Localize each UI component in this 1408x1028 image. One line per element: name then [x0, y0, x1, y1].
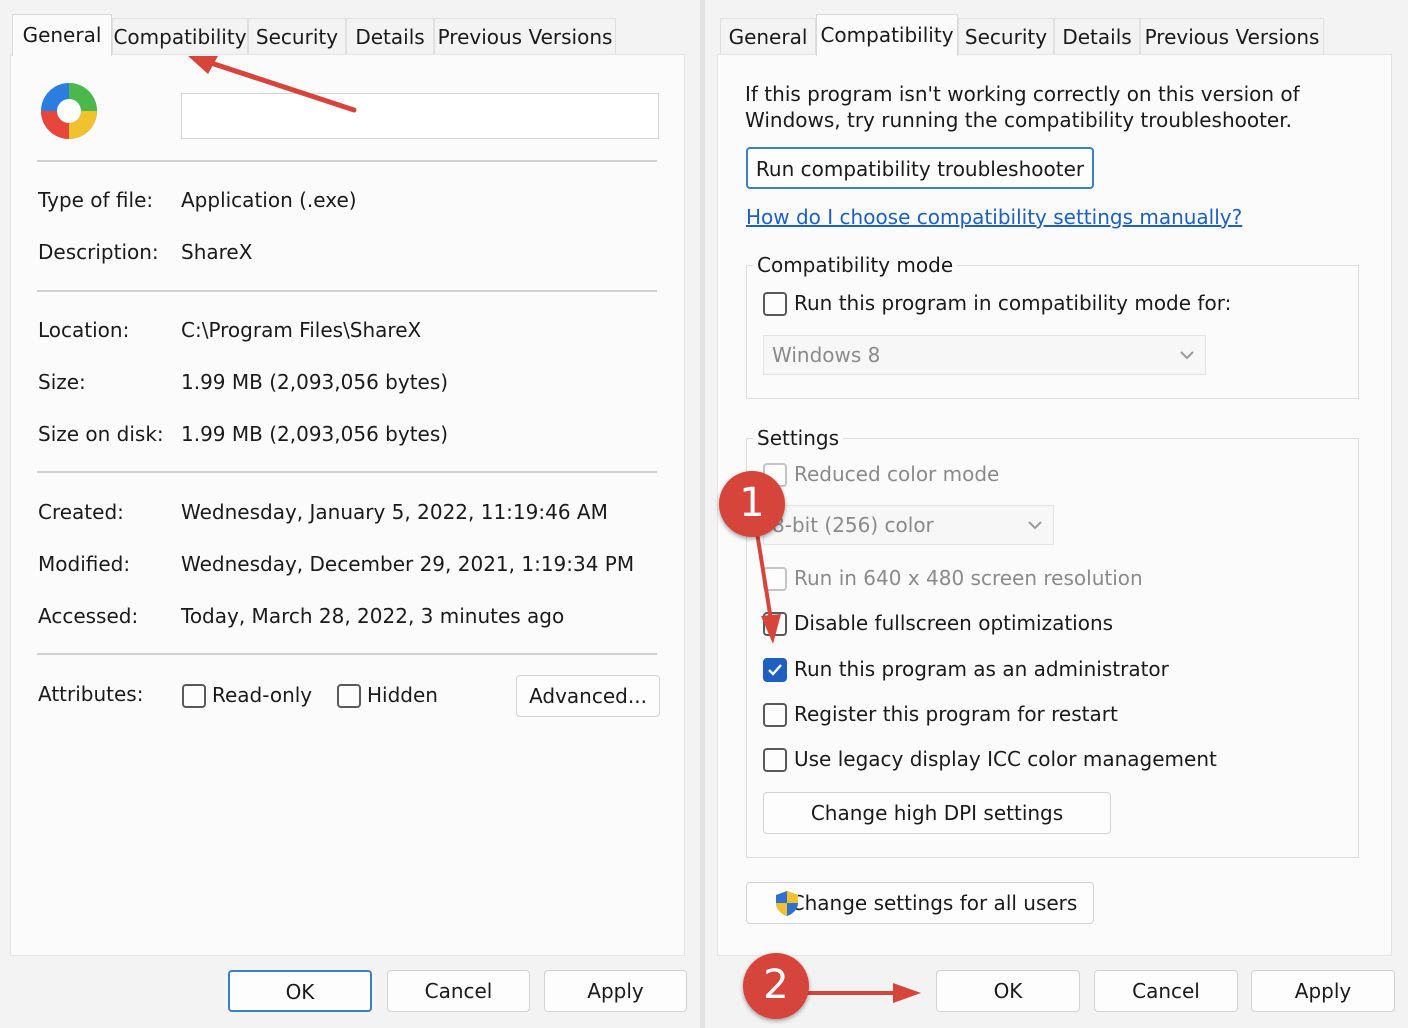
modified-value: Wednesday, December 29, 2021, 1:19:34 PM [181, 552, 635, 576]
change-all-users-label: Change settings for all users [790, 891, 1078, 915]
sharex-logo-icon [39, 81, 99, 141]
tab-security[interactable]: Security [248, 18, 346, 54]
divider [37, 160, 657, 162]
tab-compatibility[interactable]: Compatibility [112, 18, 248, 54]
properties-dialog-compatibility: General Compatibility Security Details P… [705, 0, 1408, 1028]
step-badge-2: 2 [743, 953, 809, 1019]
ok-button[interactable]: OK [936, 970, 1080, 1012]
annotation-arrow [805, 983, 921, 1003]
ok-button[interactable]: OK [228, 970, 372, 1012]
type-value: Application (.exe) [181, 188, 357, 212]
general-panel: Type of file: Application (.exe) Descrip… [10, 54, 685, 956]
created-label: Created: [38, 500, 124, 524]
checkmark-icon [768, 664, 782, 676]
compatibility-mode-title: Compatibility mode [753, 253, 958, 277]
description-label: Description: [38, 240, 159, 264]
run-as-admin-checkbox[interactable] [763, 658, 787, 682]
register-restart-label: Register this program for restart [794, 702, 1118, 726]
tab-details[interactable]: Details [1054, 18, 1140, 54]
run-troubleshooter-button[interactable]: Run compatibility troubleshooter [746, 147, 1094, 189]
compatibility-mode-group [746, 265, 1359, 399]
disable-fullscreen-label: Disable fullscreen optimizations [794, 611, 1114, 635]
manual-settings-link[interactable]: How do I choose compatibility settings m… [746, 205, 1242, 229]
tab-previous-versions[interactable]: Previous Versions [1140, 18, 1324, 54]
uac-shield-icon [773, 889, 801, 930]
size-on-disk-value: 1.99 MB (2,093,056 bytes) [181, 422, 449, 446]
apply-button[interactable]: Apply [544, 970, 687, 1012]
compat-os-select[interactable]: Windows 8 [763, 335, 1206, 375]
tab-previous-versions[interactable]: Previous Versions [434, 18, 616, 54]
compatibility-panel: If this program isn't working correctly … [717, 54, 1392, 956]
divider [37, 290, 657, 292]
divider [37, 653, 657, 655]
reduced-color-label: Reduced color mode [794, 462, 1000, 486]
color-depth-value: 8-bit (256) color [772, 513, 934, 537]
change-dpi-button[interactable]: Change high DPI settings [763, 792, 1111, 834]
properties-dialog-general: General Compatibility Security Details P… [0, 0, 701, 1028]
cancel-button[interactable]: Cancel [387, 970, 530, 1012]
annotation-arrow [188, 56, 357, 113]
accessed-label: Accessed: [38, 604, 139, 628]
hidden-label: Hidden [367, 683, 438, 707]
hidden-checkbox[interactable] [337, 684, 361, 708]
readonly-label: Read-only [212, 683, 313, 707]
legacy-icc-checkbox[interactable] [763, 748, 787, 772]
modified-label: Modified: [38, 552, 131, 576]
compat-mode-checkbox[interactable] [763, 292, 787, 316]
compat-os-value: Windows 8 [772, 343, 881, 367]
legacy-icc-label: Use legacy display ICC color management [794, 747, 1217, 771]
size-on-disk-label: Size on disk: [38, 422, 164, 446]
change-all-users-button[interactable]: Change settings for all users [746, 882, 1094, 924]
res-640-label: Run in 640 x 480 screen resolution [794, 566, 1143, 590]
divider [37, 471, 657, 473]
advanced-button[interactable]: Advanced... [516, 675, 660, 717]
type-label: Type of file: [38, 188, 154, 212]
settings-title: Settings [753, 426, 844, 450]
attributes-label: Attributes: [38, 682, 144, 706]
description-value: ShareX [181, 240, 253, 264]
intro-text: If this program isn't working correctly … [745, 82, 1300, 132]
step-badge-1: 1 [719, 471, 785, 537]
tab-details[interactable]: Details [346, 18, 434, 54]
created-value: Wednesday, January 5, 2022, 11:19:46 AM [181, 500, 608, 524]
register-restart-checkbox[interactable] [763, 703, 787, 727]
chevron-down-icon [1179, 338, 1195, 384]
apply-button[interactable]: Apply [1251, 970, 1395, 1012]
chevron-down-icon [1027, 508, 1043, 554]
location-value: C:\Program Files\ShareX [181, 318, 422, 342]
run-as-admin-label: Run this program as an administrator [794, 657, 1169, 681]
tab-general[interactable]: General [720, 18, 816, 54]
cancel-button[interactable]: Cancel [1094, 970, 1238, 1012]
compat-mode-label: Run this program in compatibility mode f… [794, 291, 1232, 315]
tab-general[interactable]: General [12, 14, 112, 56]
accessed-value: Today, March 28, 2022, 3 minutes ago [181, 604, 565, 628]
readonly-checkbox[interactable] [182, 684, 206, 708]
annotation-arrow [753, 520, 781, 644]
color-depth-select[interactable]: 8-bit (256) color [763, 505, 1054, 545]
size-label: Size: [38, 370, 86, 394]
size-value: 1.99 MB (2,093,056 bytes) [181, 370, 449, 394]
location-label: Location: [38, 318, 130, 342]
tab-security[interactable]: Security [958, 18, 1054, 54]
tab-compatibility[interactable]: Compatibility [816, 14, 958, 56]
